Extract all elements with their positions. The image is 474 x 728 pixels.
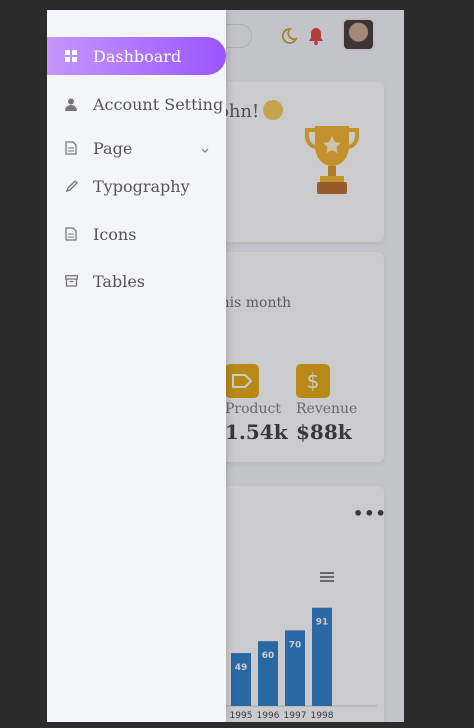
user-icon [63, 96, 79, 112]
chevron-down-icon[interactable] [200, 141, 210, 153]
sidebar-item-tables[interactable]: Tables [47, 262, 226, 300]
sidebar-item-page[interactable]: Page [47, 129, 226, 167]
sidebar-item-label: Tables [93, 271, 146, 291]
archive-icon [63, 273, 79, 289]
sidebar-item-label: Icons [93, 224, 137, 244]
app-screen: ohn! this month $ Product Revenue 1.54k … [47, 10, 404, 722]
sidebar-item-label: Typography [93, 176, 190, 196]
sidebar-item-label: Page [93, 138, 133, 158]
sidebar-drawer: Dashboard Account Setting Page Typograph… [47, 10, 226, 722]
sidebar-item-typography[interactable]: Typography [47, 167, 226, 205]
document-icon [63, 226, 79, 242]
grid-icon [63, 48, 79, 64]
sidebar-item-dashboard[interactable]: Dashboard [47, 37, 226, 75]
sidebar-item-account-setting[interactable]: Account Setting [47, 85, 226, 123]
sidebar-item-label: Account Setting [93, 94, 224, 114]
brush-icon [63, 178, 79, 194]
sidebar-item-icons[interactable]: Icons [47, 215, 226, 253]
document-icon [63, 140, 79, 156]
sidebar-item-label: Dashboard [93, 46, 182, 66]
